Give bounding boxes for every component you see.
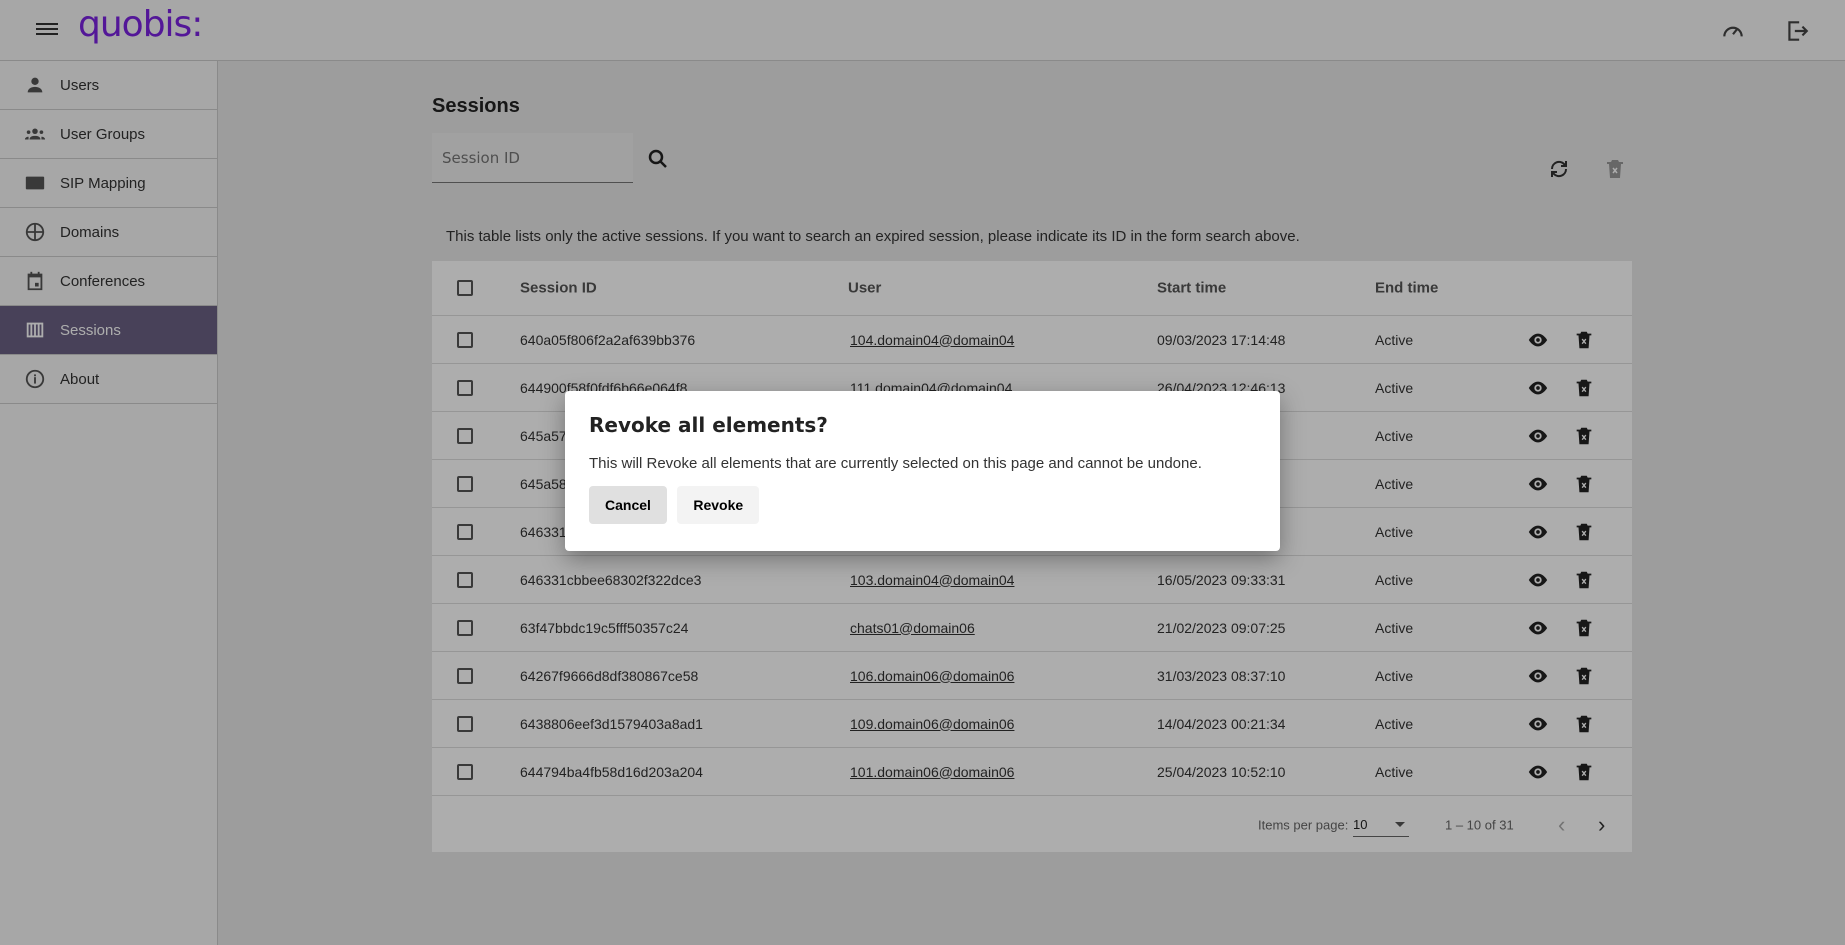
cancel-button[interactable]: Cancel (589, 486, 667, 524)
dialog-title: Revoke all elements? (589, 413, 828, 437)
revoke-button[interactable]: Revoke (677, 486, 760, 524)
dialog-message: This will Revoke all elements that are c… (589, 455, 1202, 472)
revoke-dialog: Revoke all elements? This will Revoke al… (565, 391, 1280, 551)
